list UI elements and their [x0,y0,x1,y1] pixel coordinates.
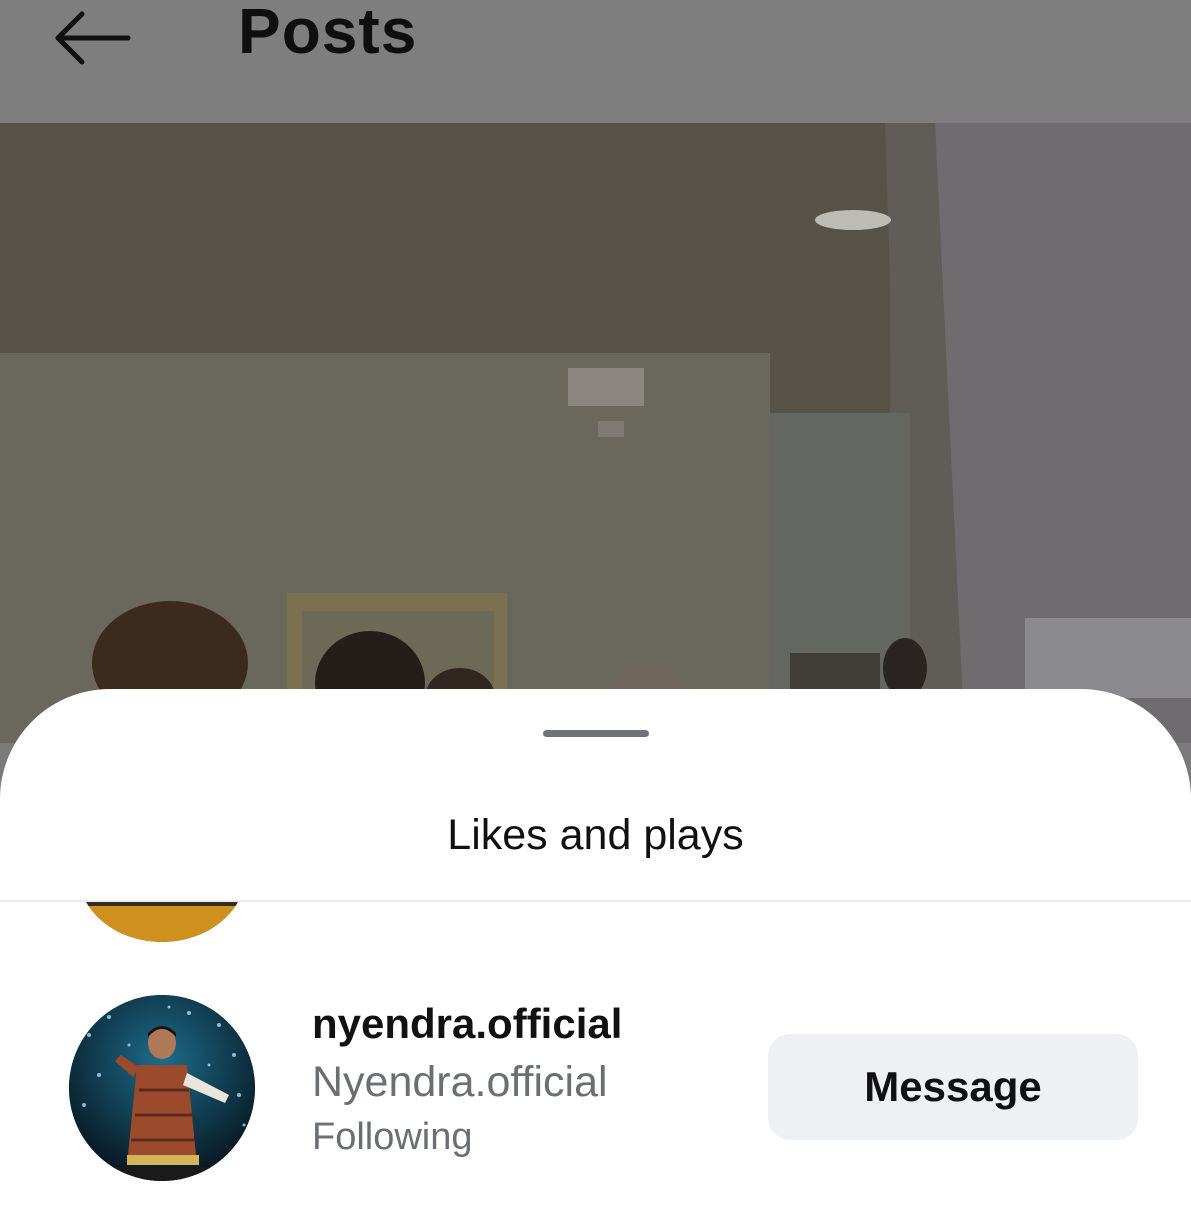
username[interactable]: nyendra.official [312,1000,622,1048]
arrow-left-icon [55,11,131,65]
avatar[interactable] [69,995,255,1181]
page-title: Posts [238,0,418,67]
top-bar: Posts [0,0,1191,123]
list-item[interactable]: nyendra.official Nyendra.official Follow… [0,992,1191,1192]
back-button[interactable] [50,6,134,70]
follow-status: Following [312,1116,473,1158]
user-list[interactable]: nyendra.official Nyendra.official Follow… [0,902,1191,1209]
likes-bottom-sheet: Likes and plays nyendra.official Nyendra… [0,689,1191,1209]
profile-photo [69,995,255,1181]
message-button[interactable]: Message [768,1034,1138,1140]
post-image [0,123,1191,743]
avatar[interactable] [78,902,246,942]
full-name: Nyendra.official [312,1058,608,1106]
sheet-title: Likes and plays [447,811,744,859]
drag-handle[interactable] [543,730,649,737]
